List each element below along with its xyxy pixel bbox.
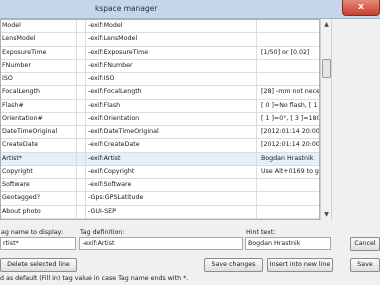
hint-cell[interactable]: [ 0 ]=No flash, [ 1 ]=Flash fired (259, 100, 319, 113)
tag-definition-cell[interactable]: -GUI-SEP (85, 205, 257, 219)
tag-definition-field[interactable]: -exif:Artist (79, 237, 243, 250)
tag-definition-cell[interactable]: -exif:Artist (85, 152, 257, 166)
table-row[interactable]: Model -exif:Model (1, 20, 319, 34)
tag-name-cell[interactable]: Model (1, 20, 77, 34)
tag-name-cell[interactable]: FNumber (1, 59, 77, 74)
tag-name-cell[interactable]: DateTimeOriginal (1, 126, 77, 140)
scroll-thumb[interactable] (322, 59, 331, 78)
hint-cell[interactable] (259, 192, 319, 205)
status-hint-text: d as default (Fill in) tag value in case… (0, 275, 189, 282)
table-row[interactable]: LensModel -exif:LensModel (1, 33, 319, 47)
insert-new-line-button[interactable]: Insert into new line (267, 258, 333, 272)
tag-definition-cell[interactable]: -exif:Flash (85, 99, 257, 113)
tag-name-field[interactable]: rtist* (0, 237, 76, 250)
tag-definition-cell[interactable]: -exif:Software (85, 179, 257, 193)
hint-cell[interactable]: Use Alt+0169 to get © character (259, 166, 319, 179)
table-row[interactable]: Software -exif:Software (1, 179, 319, 193)
hint-cell[interactable] (259, 73, 319, 86)
tag-name-cell[interactable]: CreateDate (1, 139, 77, 153)
hint-cell[interactable] (259, 206, 319, 219)
window-title: kspace manager (95, 4, 158, 13)
hint-cell[interactable]: [28] -mm not necessary (259, 86, 319, 99)
hint-cell[interactable]: Bogdan Hrastnik (259, 153, 319, 166)
tag-name-cell[interactable]: FocalLength (1, 86, 77, 100)
tag-name-cell[interactable]: ExposureTime (1, 46, 77, 60)
tag-definition-cell[interactable]: -Gps:GPSLatitude (85, 192, 257, 206)
tag-name-cell[interactable]: LensModel (1, 33, 77, 47)
tag-name-cell[interactable]: Software (1, 179, 77, 193)
tag-definition-cell[interactable]: -exif:Orientation (85, 112, 257, 127)
tag-grid: Model -exif:Model LensModel -exif:LensMo… (0, 19, 320, 220)
title-bar: kspace manager x (0, 0, 380, 19)
tag-name-cell[interactable]: Copyright (1, 165, 77, 180)
hint-cell[interactable]: [2012:01:14 20:00:00] (259, 139, 319, 152)
hint-cell[interactable]: [ 1 ]=0°, [ 3 ]=180°, [ 6 ]=+90°, [ 8 ]=… (259, 113, 319, 126)
tag-name-label: ag name to display: (1, 229, 64, 236)
hint-text-label: Hint text: (246, 229, 276, 236)
tag-definition-cell[interactable]: -exif:LensModel (85, 33, 257, 47)
table-row-selected[interactable]: Artist* -exif:Artist Bogdan Hrastnik (1, 152, 319, 166)
scroll-down-icon[interactable]: ▼ (321, 209, 332, 220)
table-row[interactable]: ExposureTime -exif:ExposureTime [1/50] o… (1, 46, 319, 60)
cancel-button[interactable]: Cancel (350, 237, 380, 251)
tag-name-cell[interactable]: Flash# (1, 99, 77, 113)
tag-name-cell[interactable]: ISO (1, 73, 77, 87)
hint-cell[interactable]: [1/50] or [0.02] (259, 47, 319, 60)
tag-name-cell[interactable]: Orientation# (1, 112, 77, 127)
hint-cell[interactable] (259, 33, 319, 46)
tag-name-cell[interactable]: About photo (1, 205, 77, 219)
table-row[interactable]: FocalLength -exif:FocalLength [28] -mm n… (1, 86, 319, 100)
tag-definition-label: Tag definition: (80, 229, 125, 236)
table-row[interactable]: Geotagged? -Gps:GPSLatitude (1, 192, 319, 206)
tag-definition-cell[interactable]: -exif:CreateDate (85, 139, 257, 153)
hint-cell[interactable] (259, 20, 319, 33)
close-window-button[interactable]: x (342, 0, 380, 16)
tag-definition-cell[interactable]: -exif:ExposureTime (85, 46, 257, 60)
table-row[interactable]: CreateDate -exif:CreateDate [2012:01:14 … (1, 139, 319, 153)
grid-scrollbar[interactable]: ▲ ▼ (320, 19, 332, 220)
tag-definition-cell[interactable]: -exif:ISO (85, 73, 257, 87)
save-button[interactable]: Save (350, 258, 380, 272)
tag-name-cell[interactable]: Artist* (1, 152, 77, 166)
tag-definition-cell[interactable]: -exif:DateTimeOriginal (85, 126, 257, 140)
table-row[interactable]: Copyright -exif:Copyright Use Alt+0169 t… (1, 165, 319, 180)
tag-name-cell[interactable]: Geotagged? (1, 192, 77, 206)
tag-definition-cell[interactable]: -exif:Model (85, 20, 257, 34)
table-row[interactable]: FNumber -exif:FNumber (1, 59, 319, 74)
tag-definition-cell[interactable]: -exif:FocalLength (85, 86, 257, 100)
hint-cell[interactable]: [2012:01:14 20:00:00] (259, 126, 319, 139)
delete-selected-line-button[interactable]: Delete selected line (0, 258, 77, 272)
tag-definition-cell[interactable]: -exif:FNumber (85, 59, 257, 74)
hint-cell[interactable] (259, 179, 319, 192)
hint-cell[interactable] (259, 60, 319, 73)
hint-text-field[interactable]: Bogdan Hrastnik (245, 237, 331, 250)
tag-definition-cell[interactable]: -exif:Copyright (85, 165, 257, 180)
table-row[interactable]: ISO -exif:ISO (1, 73, 319, 87)
scroll-up-icon[interactable]: ▲ (321, 19, 332, 30)
save-changes-button[interactable]: Save changes (204, 258, 263, 272)
table-row[interactable]: Orientation# -exif:Orientation [ 1 ]=0°,… (1, 112, 319, 127)
table-row[interactable]: Flash# -exif:Flash [ 0 ]=No flash, [ 1 ]… (1, 99, 319, 113)
table-row[interactable]: About photo -GUI-SEP (1, 205, 319, 219)
table-row[interactable]: DateTimeOriginal -exif:DateTimeOriginal … (1, 126, 319, 140)
